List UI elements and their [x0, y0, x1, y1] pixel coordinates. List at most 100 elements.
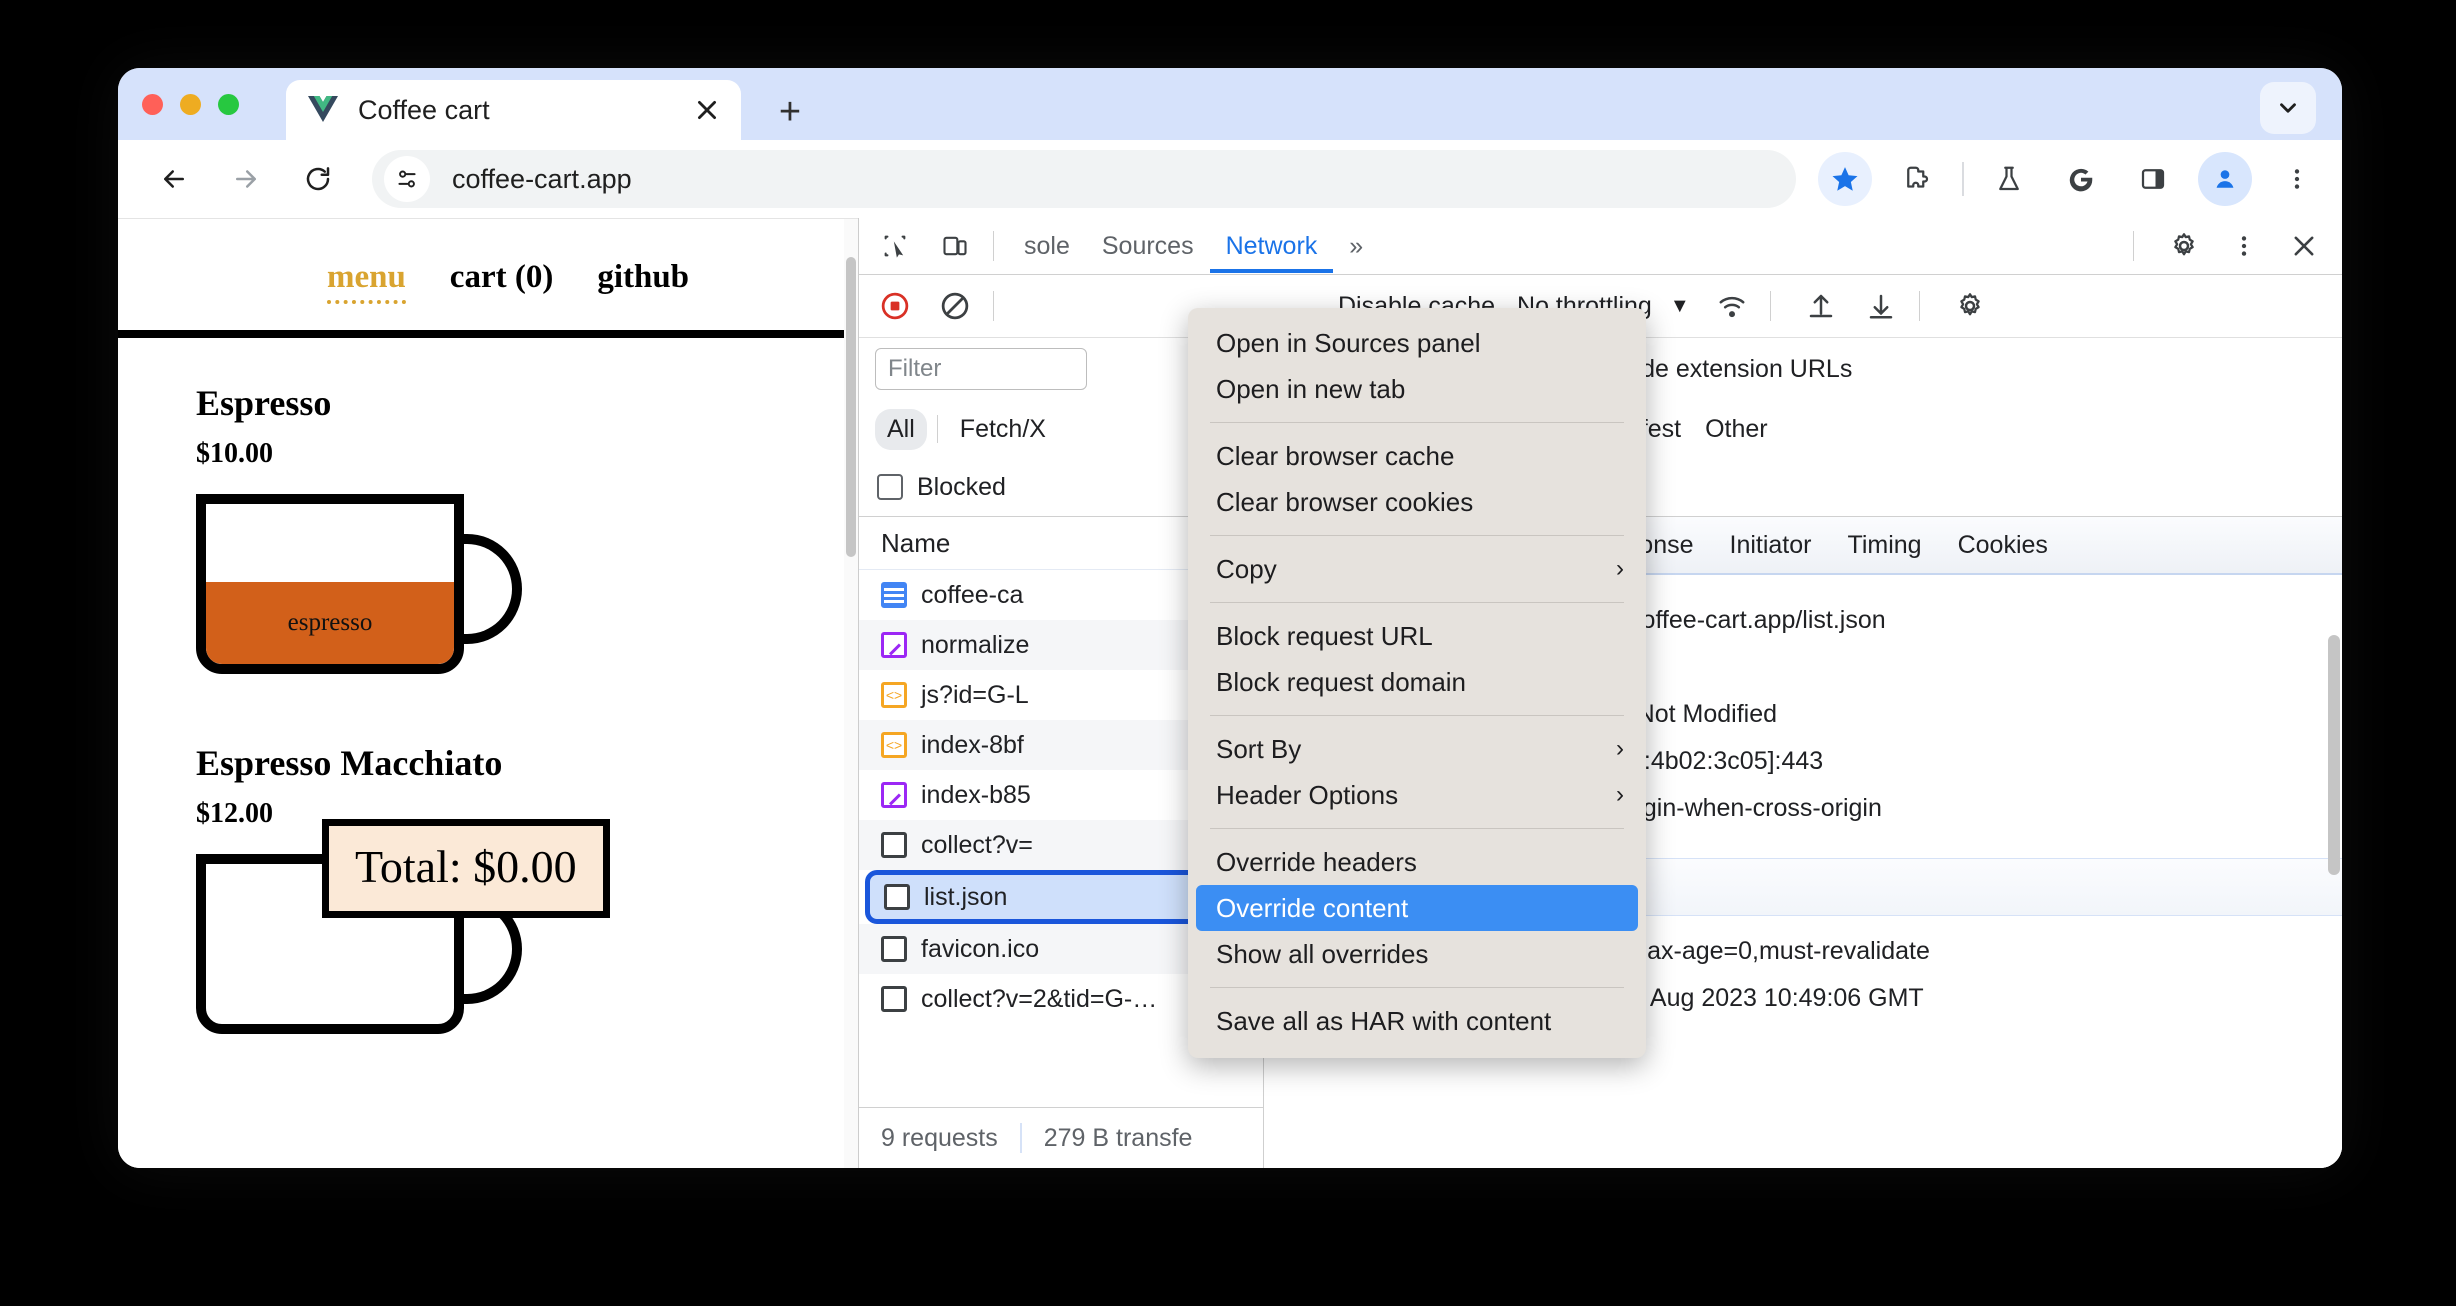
- page-scrollbar-thumb[interactable]: [846, 257, 856, 557]
- menu-item-header-options[interactable]: Header Options ›: [1188, 772, 1646, 818]
- request-name: favicon.ico: [921, 934, 1040, 963]
- chevron-down-icon[interactable]: ▼: [1670, 295, 1690, 318]
- tab-cookies[interactable]: Cookies: [1940, 531, 2066, 560]
- reload-icon[interactable]: [290, 151, 346, 207]
- menu-item-sort-by[interactable]: Sort By ›: [1188, 726, 1646, 772]
- menu-item-block-request-domain[interactable]: Block request domain: [1188, 659, 1646, 705]
- network-conditions-icon[interactable]: [1708, 284, 1756, 328]
- gear-icon[interactable]: [1946, 284, 1994, 328]
- details-scrollbar[interactable]: [2328, 635, 2340, 875]
- referrer-policy-value: strict-origin-when-cross-origin: [1554, 794, 1882, 822]
- google-g-icon[interactable]: [2054, 152, 2108, 206]
- address-bar[interactable]: coffee-cart.app: [372, 150, 1796, 208]
- url-text: coffee-cart.app: [452, 163, 632, 194]
- blocked-checkbox[interactable]: [877, 474, 903, 500]
- request-method-value: GET: [1554, 644, 2342, 691]
- page-scrollbar[interactable]: [844, 219, 858, 1168]
- close-icon[interactable]: [687, 90, 727, 130]
- espresso-cup-graphic[interactable]: espresso: [196, 494, 522, 684]
- chevron-right-icon: ›: [1616, 555, 1624, 582]
- request-name: collect?v=: [921, 830, 1033, 859]
- three-dot-menu-icon[interactable]: [2270, 152, 2324, 206]
- toolbar-icons: [1796, 152, 2342, 206]
- device-toolbar-icon[interactable]: [931, 224, 979, 268]
- menu-item-override-content[interactable]: Override content: [1196, 885, 1638, 931]
- product-title: Espresso Macchiato: [196, 743, 503, 783]
- type-filter-all[interactable]: All: [875, 408, 927, 450]
- menu-item-clear-browser-cache[interactable]: Clear browser cache: [1188, 433, 1646, 479]
- vue-logo-icon: [308, 96, 338, 124]
- browser-tab[interactable]: Coffee cart: [286, 80, 741, 140]
- tab-network[interactable]: Network: [1210, 219, 1334, 273]
- three-dot-menu-icon[interactable]: [2220, 224, 2268, 268]
- maximize-window-button[interactable]: [218, 94, 239, 115]
- toolbar-divider: [993, 291, 994, 321]
- nav-link-github[interactable]: github: [597, 259, 689, 304]
- filter-input[interactable]: Filter: [875, 348, 1087, 390]
- window-controls[interactable]: [142, 94, 239, 115]
- star-icon[interactable]: [1818, 152, 1872, 206]
- nav-divider: [118, 330, 858, 338]
- more-tabs-button[interactable]: »: [1333, 219, 1379, 273]
- forward-arrow-icon[interactable]: [218, 151, 274, 207]
- nav-link-cart[interactable]: cart (0): [450, 259, 554, 304]
- generic-file-icon: [881, 832, 907, 858]
- nav-link-menu[interactable]: menu: [326, 259, 406, 304]
- menu-separator: [1210, 602, 1624, 603]
- minimize-window-button[interactable]: [180, 94, 201, 115]
- menu-item-copy[interactable]: Copy ›: [1188, 546, 1646, 592]
- chevron-right-icon: ›: [1616, 781, 1624, 808]
- import-har-icon[interactable]: [1797, 284, 1845, 328]
- tab-sources[interactable]: Sources: [1086, 219, 1210, 273]
- menu-item-block-request-url[interactable]: Block request URL: [1188, 613, 1646, 659]
- cup-fill-label: espresso: [206, 582, 454, 664]
- generic-file-icon: [884, 884, 910, 910]
- gear-icon[interactable]: [2160, 224, 2208, 268]
- toolbar-divider: [993, 231, 994, 261]
- menu-item-open-in-sources-panel[interactable]: Open in Sources panel: [1188, 320, 1646, 366]
- menu-item-show-all-overrides[interactable]: Show all overrides: [1188, 931, 1646, 977]
- stylesheet-file-icon: [881, 632, 907, 658]
- blocked-filter[interactable]: Blocked: [877, 473, 1006, 502]
- clear-icon[interactable]: [931, 284, 979, 328]
- type-filter-fetch-xhr[interactable]: Fetch/X: [948, 409, 1058, 450]
- site-settings-icon[interactable]: [384, 156, 430, 202]
- menu-item-label: Sort By: [1216, 733, 1302, 764]
- side-panel-icon[interactable]: [2126, 152, 2180, 206]
- type-filter-other[interactable]: Other: [1693, 409, 1780, 450]
- profile-avatar-icon[interactable]: [2198, 152, 2252, 206]
- script-file-icon: <>: [881, 732, 907, 758]
- export-har-icon[interactable]: [1857, 284, 1905, 328]
- inspect-element-icon[interactable]: [871, 224, 919, 268]
- tab-console[interactable]: sole: [1008, 219, 1086, 273]
- menu-item-save-all-as-har[interactable]: Save all as HAR with content: [1188, 998, 1646, 1044]
- request-name: index-b85: [921, 780, 1031, 809]
- close-window-button[interactable]: [142, 94, 163, 115]
- header-value: Mon, 21 Aug 2023 10:49:06 GMT: [1554, 984, 1924, 1012]
- menu-separator: [1210, 535, 1624, 536]
- record-stop-icon[interactable]: [871, 284, 919, 328]
- hide-extension-urls-label[interactable]: Hide extension URLs: [1617, 355, 1852, 384]
- lab-flask-icon[interactable]: [1982, 152, 2036, 206]
- menu-item-clear-browser-cookies[interactable]: Clear browser cookies: [1188, 479, 1646, 525]
- menu-item-label: Copy: [1216, 553, 1277, 584]
- menu-item-override-headers[interactable]: Override headers: [1188, 839, 1646, 885]
- menu-item-open-in-new-tab[interactable]: Open in new tab: [1188, 366, 1646, 412]
- tab-timing[interactable]: Timing: [1829, 531, 1939, 560]
- new-tab-button[interactable]: +: [768, 90, 812, 134]
- tab-initiator[interactable]: Initiator: [1712, 531, 1830, 560]
- toolbar-divider: [1918, 291, 1920, 321]
- menu-separator: [1210, 715, 1624, 716]
- generic-file-icon: [881, 986, 907, 1012]
- request-name: js?id=G-L: [921, 680, 1029, 709]
- back-arrow-icon[interactable]: [146, 151, 202, 207]
- menu-item-label: Header Options: [1216, 779, 1399, 810]
- extensions-icon[interactable]: [1890, 152, 1944, 206]
- request-url-value: https://coffee-cart.app/list.json: [1554, 606, 1886, 634]
- request-name: index-8bf: [921, 730, 1024, 759]
- tab-strip: Coffee cart +: [118, 68, 2342, 140]
- transferred-size: 279 B transfe: [1043, 1123, 1193, 1152]
- close-icon[interactable]: [2280, 224, 2328, 268]
- chevron-down-icon[interactable]: [2260, 82, 2316, 134]
- menu-separator: [1210, 987, 1624, 988]
